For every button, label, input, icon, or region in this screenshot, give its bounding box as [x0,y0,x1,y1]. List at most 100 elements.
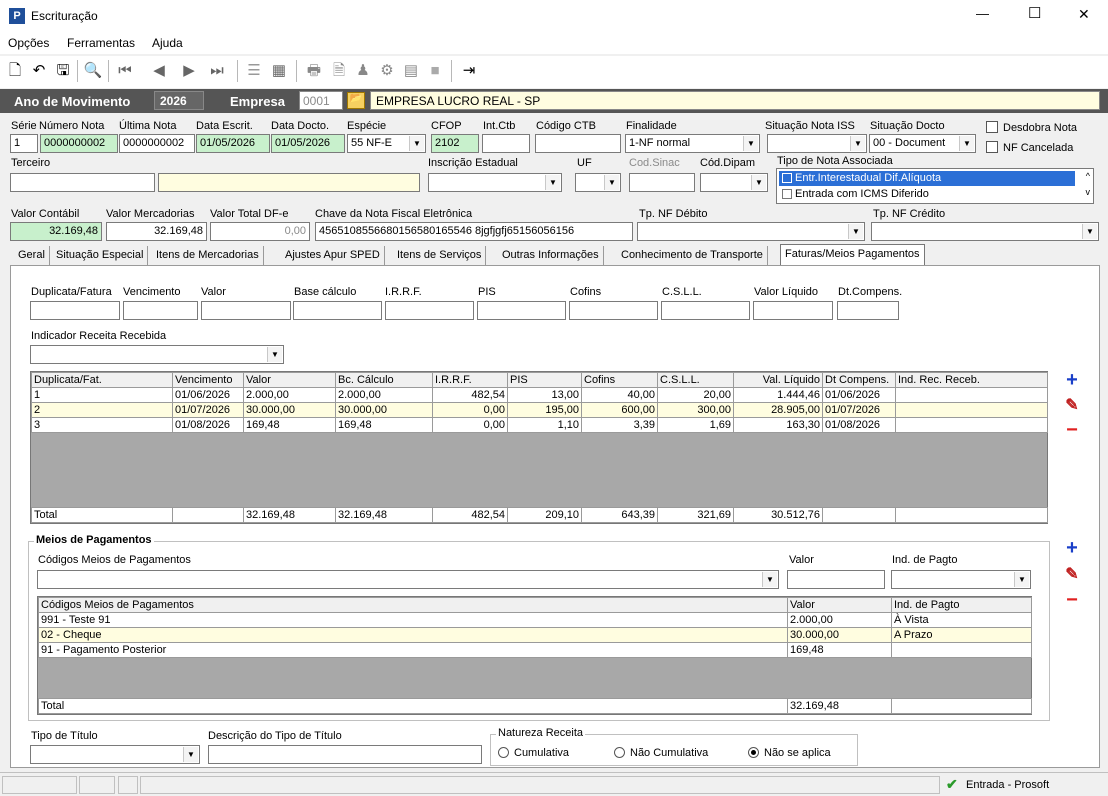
uf-select[interactable]: ▼ [575,173,621,192]
chevron-down-icon[interactable]: ▼ [267,347,282,362]
minimize-button[interactable]: — [976,6,989,21]
previous-record-icon[interactable]: ◀ [148,60,170,82]
valor-liquido-input[interactable] [753,301,833,320]
chevron-down-icon[interactable]: ▼ [545,175,560,190]
col-pis[interactable]: PIS [507,372,582,388]
codctb-field[interactable] [535,134,621,153]
export-icon[interactable]: ▤ [400,60,422,82]
tab-faturas-meios[interactable]: Faturas/Meios Pagamentos [780,244,925,265]
col-ind-pagto[interactable]: Ind. de Pagto [891,597,1032,613]
chevron-down-icon[interactable]: ▼ [751,175,766,190]
dup-fatura-input[interactable] [30,301,120,320]
valor-input[interactable] [201,301,291,320]
col-irrf[interactable]: I.R.R.F. [432,372,508,388]
table-row[interactable]: 3 01/08/2026 169,48 169,48 0,00 1,10 3,39 1,69 1… [31,417,1048,433]
table-row[interactable]: 02 - Cheque 30.000,00 A Prazo [38,627,1032,643]
chave-field[interactable]: 4565108556680156580165546 8jgfjgfj651560… [315,222,633,241]
terceiro-code-field[interactable] [10,173,155,192]
col-cofins[interactable]: Cofins [581,372,658,388]
tab-conhecimento-transporte[interactable]: Conhecimento de Transporte [617,246,768,265]
chevron-down-icon[interactable]: ▼ [409,136,424,151]
table-row[interactable]: 2 01/07/2026 30.000,00 30.000,00 0,00 195,00 6… [31,402,1048,418]
settings-icon[interactable]: ⚙ [376,60,398,82]
document-icon[interactable]: 🗎 [328,60,350,82]
save-icon[interactable]: 🖫 [52,60,74,82]
desdobra-checkbox[interactable] [986,121,998,133]
vencimento-input[interactable] [123,301,198,320]
close-button[interactable]: ✕ [1078,6,1090,23]
numero-field[interactable]: 0000000002 [40,134,118,153]
preview-icon[interactable]: 🔍 [82,60,104,82]
col-valor[interactable]: Valor [243,372,336,388]
chevron-down-icon[interactable]: ▼ [959,136,974,151]
chevron-down-icon[interactable]: ▼ [183,747,198,762]
pis-input[interactable] [477,301,566,320]
tipo-assoc-option-1[interactable]: Entr.Interestadual Dif.Alíquota [779,171,1075,186]
chevron-down-icon[interactable]: ▼ [850,136,865,151]
edit-fatura-icon[interactable]: ✎ [1061,396,1083,418]
tp-debito-select[interactable]: ▼ [637,222,865,241]
meios-codigos-select[interactable]: ▼ [37,570,779,589]
sit-docto-select[interactable]: 00 - Document ▼ [869,134,976,153]
data-docto-field[interactable]: 01/05/2026 [271,134,345,153]
new-document-icon[interactable]: 🗋 [4,60,26,82]
ano-field[interactable]: 2026 [154,91,204,110]
open-folder-icon[interactable]: 📂 [347,92,365,109]
col-vencimento[interactable]: Vencimento [172,372,244,388]
maximize-button[interactable]: ☐ [1028,4,1041,22]
especie-select[interactable]: 55 NF-E ▼ [347,134,426,153]
valor-contabil-field[interactable]: 32.169,48 [10,222,102,241]
tab-ajustes-sped[interactable]: Ajustes Apur SPED [281,246,385,265]
chevron-down-icon[interactable]: ▼ [743,136,758,151]
next-record-icon[interactable]: ▶ [178,60,200,82]
sit-iss-select[interactable]: ▼ [767,134,867,153]
intctb-field[interactable] [482,134,530,153]
chevron-down-icon[interactable]: ▼ [604,175,619,190]
chevron-down-icon[interactable]: ▼ [762,572,777,587]
tab-itens-servicos[interactable]: Itens de Serviços [393,246,487,265]
tp-credito-select[interactable]: ▼ [871,222,1099,241]
tipo-assoc-option-2[interactable]: Entrada com ICMS Diferido [779,187,1075,202]
finalidade-select[interactable]: 1-NF normal ▼ [625,134,760,153]
serie-field[interactable]: 1 [10,134,38,153]
exit-icon[interactable]: ⇥ [458,60,480,82]
cfop-field[interactable]: 2102 [431,134,479,153]
tab-geral[interactable]: Geral [14,246,50,265]
list-icon[interactable]: ☰ [243,60,265,82]
remove-fatura-icon[interactable]: − [1061,420,1083,442]
radio-cumulativa[interactable] [498,747,509,758]
col-ind-rec[interactable]: Ind. Rec. Receb. [895,372,1048,388]
edit-meio-icon[interactable]: ✎ [1061,565,1083,587]
add-fatura-icon[interactable]: + [1061,370,1083,392]
table-row[interactable]: 1 01/06/2026 2.000,00 2.000,00 482,54 13,00 40… [31,387,1048,403]
meios-valor-input[interactable] [787,570,885,589]
data-escrit-field[interactable]: 01/05/2026 [196,134,270,153]
indicador-select[interactable]: ▼ [30,345,284,364]
tab-situacao-especial[interactable]: Situação Especial [52,246,149,265]
chevron-down-icon[interactable]: ▼ [1082,224,1097,239]
tipo-assoc-list[interactable]: Entr.Interestadual Dif.Alíquota Entrada … [776,168,1094,204]
tab-itens-mercadorias[interactable]: Itens de Mercadorias [152,246,264,265]
menu-ajuda[interactable]: Ajuda [152,36,183,50]
cancelada-checkbox[interactable] [986,141,998,153]
undo-icon[interactable]: ↶ [28,60,50,82]
menu-ferramentas[interactable]: Ferramentas [67,36,135,50]
grid-icon[interactable]: ■ [424,60,446,82]
col-codigos[interactable]: Códigos Meios de Pagamentos [38,597,788,613]
add-meio-icon[interactable]: + [1061,538,1083,560]
dipam-select[interactable]: ▼ [700,173,768,192]
empresa-code-field[interactable]: 0001 [299,91,343,110]
col-valor[interactable]: Valor [787,597,892,613]
base-calculo-input[interactable] [293,301,382,320]
remove-meio-icon[interactable]: − [1061,590,1083,612]
menu-opcoes[interactable]: Opções [8,36,49,50]
irrf-input[interactable] [385,301,474,320]
calculator-icon[interactable]: ▦ [268,60,290,82]
col-bc-calculo[interactable]: Bc. Cálculo [335,372,433,388]
first-record-icon[interactable]: ⏮ [114,60,136,82]
stamp-icon[interactable]: ♟ [352,60,374,82]
chevron-down-icon[interactable]: ▼ [1014,572,1029,587]
table-row[interactable]: 91 - Pagamento Posterior 169,48 [38,642,1032,658]
chevron-down-icon[interactable]: ▼ [848,224,863,239]
scroll-up-icon[interactable]: ^ [1086,171,1090,181]
